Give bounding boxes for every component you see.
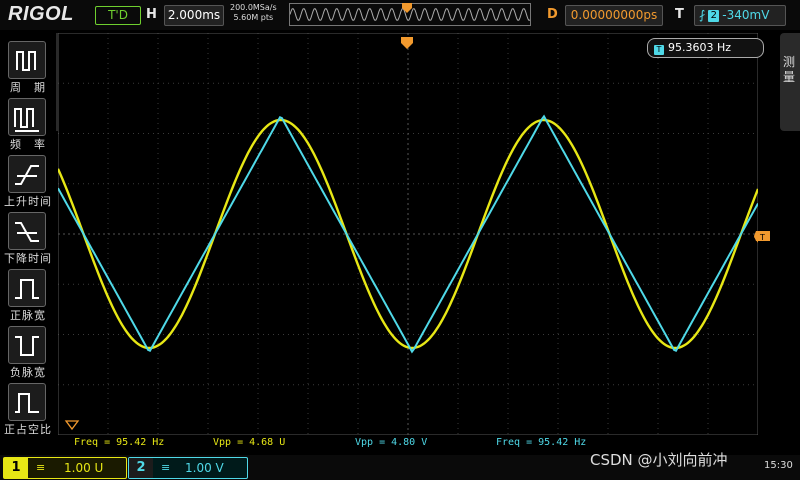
measurement-result-1: Freq = 95.42 Hz xyxy=(74,437,165,448)
clock: 15:30 xyxy=(764,460,793,471)
rising-edge-icon: ⨏ xyxy=(699,8,706,22)
trigger-level: -340mV xyxy=(722,8,770,22)
measure-item-label: 正脉宽 xyxy=(10,309,46,322)
trigger-label: T xyxy=(675,7,684,22)
measure-item-7[interactable]: 正占空比 xyxy=(0,383,56,439)
measure-item-4[interactable]: 下降时间 xyxy=(0,212,56,268)
frequency-icon xyxy=(8,98,46,136)
period-icon xyxy=(8,41,46,79)
channel-1-status[interactable]: 1 ≡ 1.00 U xyxy=(3,457,127,479)
svg-text:T: T xyxy=(759,233,765,242)
measure-tab[interactable]: 测量 xyxy=(780,33,800,131)
fall-time-icon xyxy=(8,212,46,250)
dc-coupling-icon: ≡ xyxy=(161,461,171,474)
trigger-level-arrow[interactable]: T xyxy=(754,230,772,242)
measure-item-5[interactable]: 正脉宽 xyxy=(0,269,56,325)
measure-menu: 周 期频 率上升时间下降时间正脉宽负脉宽正占空比 xyxy=(0,33,56,453)
trigger-setting[interactable]: ⨏ 2 -340mV xyxy=(694,5,786,26)
channel-2-scale: 1.00 V xyxy=(185,461,224,475)
measurement-result-2: Vpp = 4.68 U xyxy=(213,437,286,448)
delay-value[interactable]: 0.00000000ps xyxy=(565,5,663,26)
channel-2-status[interactable]: 2 ≡ 1.00 V xyxy=(128,457,248,479)
measure-item-label: 下降时间 xyxy=(4,252,52,265)
rise-time-icon xyxy=(8,155,46,193)
measure-item-label: 正占空比 xyxy=(4,423,52,436)
sample-rate: 200.0MSa/s xyxy=(230,3,277,12)
measure-tab-label: 测量 xyxy=(783,55,796,84)
positive-width-icon xyxy=(8,269,46,307)
trigger-source: 2 xyxy=(708,10,720,22)
horizontal-label: H xyxy=(146,7,157,22)
dc-coupling-icon: ≡ xyxy=(36,461,46,474)
measure-item-1[interactable]: 周 期 xyxy=(0,41,56,97)
top-status-bar: RIGOL T'D H 2.000ms 200.0MSa/s 5.60M pts… xyxy=(0,0,800,30)
acquisition-info: 200.0MSa/s 5.60M pts xyxy=(230,3,277,23)
measure-item-label: 上升时间 xyxy=(4,195,52,208)
channel-2-number: 2 xyxy=(129,458,153,478)
timebase-value[interactable]: 2.000ms xyxy=(164,5,224,26)
delay-label: D xyxy=(547,7,558,22)
measure-item-3[interactable]: 上升时间 xyxy=(0,155,56,211)
trigger-position-icon xyxy=(402,3,412,13)
measurement-result-3: Vpp = 4.80 V xyxy=(355,437,428,448)
measure-item-2[interactable]: 频 率 xyxy=(0,98,56,154)
brand-logo: RIGOL xyxy=(8,3,74,25)
waveform-display[interactable] xyxy=(58,33,758,435)
frequency-counter-value: 95.3603 Hz xyxy=(668,41,732,54)
measure-item-label: 负脉宽 xyxy=(10,366,46,379)
positive-duty-icon xyxy=(8,383,46,421)
memory-depth: 5.60M pts xyxy=(233,13,274,22)
run-state-badge[interactable]: T'D xyxy=(95,6,141,25)
trigger-counter-icon: T xyxy=(654,45,664,55)
measure-item-label: 频 率 xyxy=(10,138,46,151)
measurement-result-4: Freq = 95.42 Hz xyxy=(496,437,587,448)
watermark-text: CSDN @小刘向前冲 xyxy=(590,451,728,469)
negative-width-icon xyxy=(8,326,46,364)
measure-item-label: 周 期 xyxy=(10,81,46,94)
channel-1-number: 1 xyxy=(4,458,28,478)
channel-1-scale: 1.00 U xyxy=(64,461,104,475)
frequency-counter: T 95.3603 Hz xyxy=(647,38,764,58)
measure-item-6[interactable]: 负脉宽 xyxy=(0,326,56,382)
